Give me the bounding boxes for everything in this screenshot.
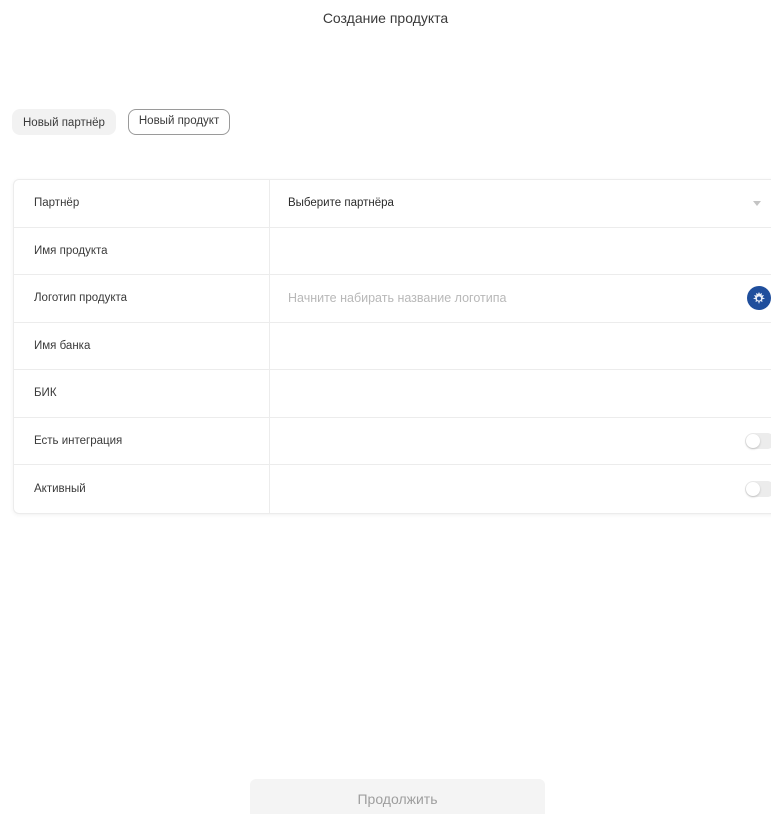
product-name-input[interactable] xyxy=(288,243,708,258)
product-logo-input[interactable] xyxy=(288,291,708,306)
toggle-knob xyxy=(746,433,760,448)
partner-label: Партнёр xyxy=(14,180,270,227)
row-product-logo: Логотип продукта xyxy=(14,275,771,323)
bank-name-cell xyxy=(270,323,771,370)
chevron-down-icon[interactable] xyxy=(753,201,761,207)
product-logo-label: Логотип продукта xyxy=(14,275,270,322)
tabs: Новый партнёр Новый продукт xyxy=(12,109,231,135)
toggle-knob xyxy=(746,481,760,496)
product-form: Партнёр Выберите партнёра Имя продукта Л… xyxy=(13,179,771,514)
product-logo-cell xyxy=(270,275,771,322)
bik-input[interactable] xyxy=(288,386,708,401)
row-bank-name: Имя банка xyxy=(14,322,771,370)
page: Создание продукта Новый партнёр Новый пр… xyxy=(0,0,771,814)
continue-button[interactable]: Продолжить xyxy=(250,779,545,814)
bank-name-input[interactable] xyxy=(288,338,708,353)
has-integration-cell xyxy=(270,418,771,465)
has-integration-label: Есть интеграция xyxy=(14,417,270,464)
partner-select[interactable]: Выберите партнёра xyxy=(270,180,771,227)
bik-label: БИК xyxy=(14,370,270,417)
row-has-integration: Есть интеграция xyxy=(14,417,771,465)
row-active: Активный xyxy=(14,465,771,513)
row-partner: Партнёр Выберите партнёра xyxy=(14,180,771,228)
product-name-cell xyxy=(270,228,771,275)
active-label: Активный xyxy=(14,465,270,513)
tab-new-partner[interactable]: Новый партнёр xyxy=(12,109,116,135)
partner-select-value: Выберите партнёра xyxy=(288,197,394,210)
has-integration-toggle[interactable] xyxy=(745,432,771,449)
bank-name-label: Имя банка xyxy=(14,322,270,369)
bik-cell xyxy=(270,370,771,417)
active-toggle[interactable] xyxy=(745,480,771,497)
active-cell xyxy=(270,465,771,513)
row-product-name: Имя продукта xyxy=(14,227,771,275)
tab-new-product[interactable]: Новый продукт xyxy=(127,109,231,135)
page-title: Создание продукта xyxy=(322,10,449,26)
product-name-label: Имя продукта xyxy=(14,227,270,274)
row-bik: БИК xyxy=(14,370,771,418)
emblem-icon xyxy=(747,286,771,311)
